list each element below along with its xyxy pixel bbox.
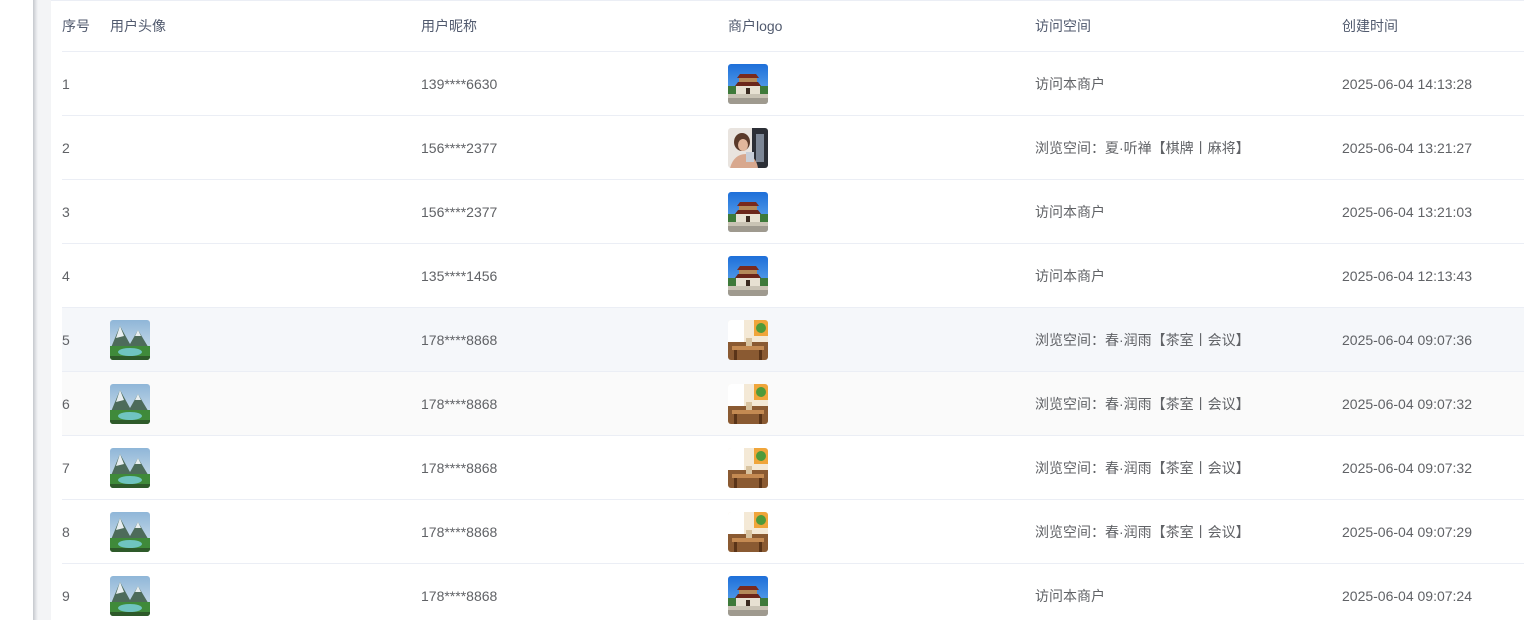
mountain-lake-icon[interactable]	[110, 511, 150, 552]
column-header-avatar: 用户头像	[110, 18, 166, 34]
cell-space: 浏览空间：春·润雨【茶室丨会议】	[1035, 395, 1250, 412]
cell-seq: 5	[62, 331, 70, 348]
cell-nickname: 139****6630	[421, 75, 498, 92]
cell-space: 访问本商户	[1035, 203, 1105, 220]
visit-record-table: 序号 用户头像 用户昵称 商户logo 访问空间 创建时间 1 139****66…	[62, 1, 1524, 620]
cell-nickname: 178****8868	[421, 395, 498, 412]
cell-space: 浏览空间：春·润雨【茶室丨会议】	[1035, 523, 1250, 540]
tearoom-icon[interactable]	[728, 319, 768, 360]
cell-seq: 1	[62, 75, 70, 92]
column-header-logo: 商户logo	[728, 18, 783, 34]
cell-logo	[728, 116, 768, 179]
cell-time: 2025-06-04 13:21:27	[1342, 139, 1472, 156]
cell-logo	[728, 52, 768, 115]
page: 序号 用户头像 用户昵称 商户logo 访问空间 创建时间 1 139****66…	[0, 0, 1524, 620]
mountain-lake-icon[interactable]	[110, 447, 150, 488]
cell-avatar	[110, 500, 150, 563]
table-row: 4 135****1456 访问本商户 2025-06-04 12:13:43	[62, 244, 1524, 308]
cell-logo	[728, 436, 768, 499]
cell-seq: 4	[62, 267, 70, 284]
cell-space: 浏览空间：春·润雨【茶室丨会议】	[1035, 459, 1250, 476]
cell-time: 2025-06-04 09:07:24	[1342, 587, 1472, 604]
cell-space: 浏览空间：夏·听禅【棋牌丨麻将】	[1035, 139, 1250, 156]
cell-time: 2025-06-04 09:07:29	[1342, 523, 1472, 540]
gate-icon[interactable]	[728, 255, 768, 296]
cell-nickname: 156****2377	[421, 139, 498, 156]
cell-time: 2025-06-04 14:13:28	[1342, 75, 1472, 92]
cell-time: 2025-06-04 09:07:32	[1342, 459, 1472, 476]
cell-time: 2025-06-04 09:07:32	[1342, 395, 1472, 412]
gate-icon[interactable]	[728, 63, 768, 104]
cell-logo	[728, 244, 768, 307]
tearoom-icon[interactable]	[728, 447, 768, 488]
cell-seq: 9	[62, 587, 70, 604]
cell-seq: 8	[62, 523, 70, 540]
mountain-lake-icon[interactable]	[110, 575, 150, 616]
cell-space: 访问本商户	[1035, 267, 1105, 284]
cell-seq: 6	[62, 395, 70, 412]
left-blank-area	[0, 0, 33, 620]
cell-space: 访问本商户	[1035, 587, 1105, 604]
cell-nickname: 178****8868	[421, 587, 498, 604]
cell-seq: 3	[62, 203, 70, 220]
table-row: 3 156****2377 访问本商户 2025-06-04 13:21:03	[62, 180, 1524, 244]
gate-icon[interactable]	[728, 575, 768, 616]
table-row: 2 156****2377 浏览空间：夏·听禅【棋牌丨麻将】 2025-06-04 1…	[62, 116, 1524, 180]
cell-avatar	[110, 436, 150, 499]
cell-space: 浏览空间：春·润雨【茶室丨会议】	[1035, 331, 1250, 348]
table-row: 1 139****6630 访问本商户 2025-06-04 14:13:28	[62, 52, 1524, 116]
cell-avatar	[110, 564, 150, 620]
table-row: 9 178****8868 访问本商户 2025-06-04 09:07:24	[62, 564, 1524, 620]
column-header-nickname: 用户昵称	[421, 18, 477, 34]
column-header-seq: 序号	[62, 18, 90, 34]
cell-nickname: 156****2377	[421, 203, 498, 220]
gate-icon[interactable]	[728, 191, 768, 232]
table-row: 6 178****8868 浏览空间：春·润雨【茶室丨会议】 2025-06-04 0…	[62, 372, 1524, 436]
mountain-lake-icon[interactable]	[110, 383, 150, 424]
table-row: 5 178****8868 浏览空间：春·润雨【茶室丨会议】 2025-06-04 0…	[62, 308, 1524, 372]
cell-nickname: 135****1456	[421, 267, 498, 284]
cell-logo	[728, 180, 768, 243]
cell-space: 访问本商户	[1035, 75, 1105, 92]
cell-avatar	[110, 308, 150, 371]
tearoom-icon[interactable]	[728, 511, 768, 552]
tearoom-icon[interactable]	[728, 383, 768, 424]
cell-logo	[728, 500, 768, 563]
content-gutter	[38, 0, 51, 620]
cell-time: 2025-06-04 13:21:03	[1342, 203, 1472, 220]
cell-seq: 7	[62, 459, 70, 476]
table-row: 8 178****8868 浏览空间：春·润雨【茶室丨会议】 2025-06-04 0…	[62, 500, 1524, 564]
mountain-lake-icon[interactable]	[110, 319, 150, 360]
table-panel: 序号 用户头像 用户昵称 商户logo 访问空间 创建时间 1 139****66…	[51, 0, 1524, 620]
cell-nickname: 178****8868	[421, 331, 498, 348]
cell-logo	[728, 564, 768, 620]
cell-logo	[728, 372, 768, 435]
cell-nickname: 178****8868	[421, 459, 498, 476]
column-header-time: 创建时间	[1342, 18, 1398, 34]
cell-time: 2025-06-04 12:13:43	[1342, 267, 1472, 284]
table-row: 7 178****8868 浏览空间：春·润雨【茶室丨会议】 2025-06-04 0…	[62, 436, 1524, 500]
column-header-space: 访问空间	[1035, 18, 1091, 34]
cell-avatar	[110, 372, 150, 435]
cell-time: 2025-06-04 09:07:36	[1342, 331, 1472, 348]
table-header: 序号 用户头像 用户昵称 商户logo 访问空间 创建时间	[62, 1, 1524, 52]
cell-logo	[728, 308, 768, 371]
cell-nickname: 178****8868	[421, 523, 498, 540]
portrait-photo-icon[interactable]	[728, 127, 768, 168]
cell-seq: 2	[62, 139, 70, 156]
table-body: 1 139****6630 访问本商户 2025-06-04 14:13:28 2 156…	[62, 52, 1524, 620]
